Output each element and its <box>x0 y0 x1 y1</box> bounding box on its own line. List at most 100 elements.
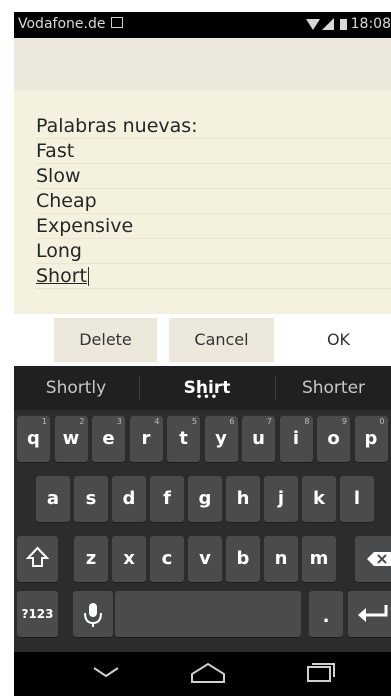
ok-button[interactable]: OK <box>286 318 391 362</box>
wifi-icon <box>305 18 320 30</box>
key-label: g <box>198 488 212 509</box>
note-line-text: Palabras nuevas: <box>36 115 198 137</box>
letter-key[interactable]: 6y <box>204 416 238 462</box>
key-number-hint: 1 <box>41 417 47 426</box>
letter-key[interactable]: 5t <box>167 416 200 462</box>
suggestion-3[interactable]: Shorter <box>276 366 391 410</box>
note-line-text: Long <box>36 240 82 262</box>
note-line[interactable]: Cheap <box>36 189 391 214</box>
letter-key[interactable]: b <box>226 536 260 582</box>
dialog-buttons: Delete Cancel OK <box>14 314 391 366</box>
battery-icon <box>339 18 347 30</box>
note-line-text: Expensive <box>36 215 134 237</box>
bezel-left <box>0 0 14 696</box>
note-line[interactable]: Fast <box>36 139 391 164</box>
letter-key[interactable]: m <box>302 536 336 582</box>
clock: 18:08 <box>350 16 391 32</box>
delete-button[interactable]: Delete <box>54 318 157 362</box>
key-number-hint: 7 <box>266 417 272 426</box>
letter-key[interactable]: a <box>36 476 70 522</box>
key-label: f <box>163 488 171 509</box>
letter-key[interactable]: l <box>340 476 374 522</box>
letter-key[interactable]: 0p <box>354 416 388 462</box>
letter-key[interactable]: x <box>112 536 146 582</box>
letter-key[interactable]: j <box>264 476 298 522</box>
note-line[interactable]: Slow <box>36 164 391 189</box>
letter-key[interactable]: 1q <box>17 416 50 462</box>
cancel-button[interactable]: Cancel <box>169 318 274 362</box>
key-label: b <box>236 548 250 569</box>
text-cursor <box>88 267 89 286</box>
screen: Vodafone.de 18:08 Palabras nuevas: Fast Sl… <box>0 0 391 696</box>
key-label: z <box>85 548 97 569</box>
note-lines[interactable]: Palabras nuevas: Fast Slow Cheap Expensive Lo… <box>36 114 391 289</box>
soft-keyboard: Shortly Shirt ••• Shorter ?123 . 1 q 2 w… <box>14 366 391 652</box>
key-label: a <box>46 488 60 509</box>
symbols-key[interactable]: ?123 <box>17 591 58 637</box>
key-number-hint: 5 <box>191 417 197 426</box>
microphone-icon <box>84 603 102 627</box>
letter-key[interactable]: c <box>150 536 184 582</box>
symbols-key-label: ?123 <box>21 607 54 621</box>
key-label: x <box>123 548 135 569</box>
key-label: d <box>122 488 136 509</box>
key-label: c <box>161 548 173 569</box>
note-line-text: Short <box>36 265 87 287</box>
back-icon[interactable] <box>86 652 126 696</box>
letter-key[interactable]: g <box>188 476 222 522</box>
suggestion-strip: Shortly Shirt ••• Shorter <box>14 366 391 410</box>
home-icon[interactable] <box>186 652 230 696</box>
key-number-hint: 8 <box>304 417 310 426</box>
note-line[interactable]: Long <box>36 239 391 264</box>
space-key[interactable] <box>115 591 301 637</box>
suggestion-1[interactable]: Shortly <box>14 366 138 410</box>
key-number-hint: 0 <box>379 417 385 426</box>
note-heading-line[interactable]: Palabras nuevas: <box>36 114 391 139</box>
note-line[interactable]: Short <box>36 264 391 289</box>
note-editor[interactable]: Palabras nuevas: Fast Slow Cheap Expensive Lo… <box>14 90 391 314</box>
recents-icon[interactable] <box>300 652 340 696</box>
status-bar: Vodafone.de 18:08 <box>14 12 391 38</box>
image-notification-icon <box>111 17 124 28</box>
key-label: k <box>313 488 325 509</box>
note-line-text: Fast <box>36 140 75 162</box>
carrier-label: Vodafone.de <box>18 16 124 32</box>
letter-key[interactable]: h <box>226 476 260 522</box>
more-suggestions-dots: ••• <box>195 392 219 403</box>
period-key[interactable]: . <box>309 591 343 637</box>
shift-key[interactable] <box>17 536 58 582</box>
key-label: j <box>277 488 285 509</box>
key-label: m <box>309 548 329 569</box>
note-line[interactable]: Expensive <box>36 214 391 239</box>
microphone-key[interactable] <box>73 591 113 637</box>
letter-key[interactable]: d <box>112 476 146 522</box>
period-key-label: . <box>322 606 330 627</box>
key-number-hint: 6 <box>229 417 235 426</box>
key-label: l <box>353 488 361 509</box>
letter-key[interactable]: n <box>264 536 298 582</box>
enter-icon <box>358 605 388 622</box>
title-bar <box>14 38 391 90</box>
letter-key[interactable]: 3e <box>92 416 125 462</box>
enter-key[interactable] <box>348 591 391 637</box>
letter-key[interactable]: 4r <box>129 416 163 462</box>
key-number-hint: 9 <box>341 417 347 426</box>
letter-key[interactable]: 8i <box>279 416 313 462</box>
navigation-bar <box>14 652 391 696</box>
key-label: s <box>85 488 97 509</box>
letter-key[interactable]: s <box>74 476 108 522</box>
letter-key[interactable]: 2w <box>54 416 88 462</box>
carrier-name: Vodafone.de <box>18 16 106 32</box>
letter-key[interactable]: f <box>150 476 184 522</box>
backspace-icon <box>367 552 391 566</box>
letter-key[interactable]: z <box>74 536 108 582</box>
status-right: 18:08 <box>305 16 391 32</box>
note-line-text: Cheap <box>36 190 97 212</box>
letter-key[interactable]: k <box>302 476 336 522</box>
letter-key[interactable]: 7u <box>242 416 275 462</box>
suggestion-2[interactable]: Shirt ••• <box>140 366 274 410</box>
backspace-key[interactable] <box>355 536 391 582</box>
letter-key[interactable]: 9o <box>317 416 350 462</box>
key-label: v <box>199 548 211 569</box>
letter-key[interactable]: v <box>188 536 222 582</box>
